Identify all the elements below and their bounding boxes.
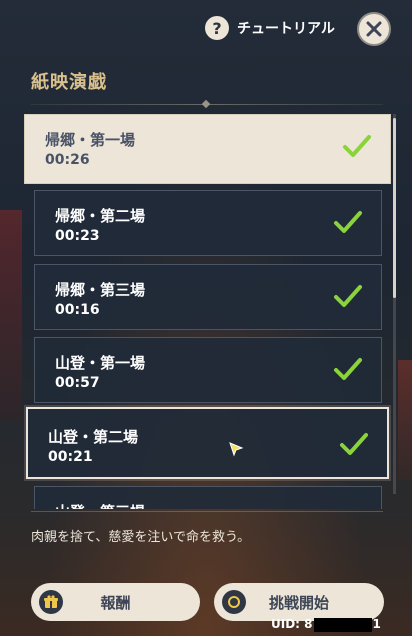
check-icon (340, 433, 368, 455)
list-item[interactable]: 帰郷・第三場 00:16 (34, 264, 382, 330)
stage-description: 肉親を捨て、慈愛を注いで命を救う。 (31, 530, 251, 545)
list-item[interactable]: 帰郷・第一場 00:26 (24, 114, 391, 184)
uid-redaction (313, 617, 372, 632)
tutorial-button[interactable]: ? チュートリアル (205, 16, 335, 40)
stage-name: 山登・第三場 (55, 501, 145, 509)
stage-time: 00:26 (45, 152, 90, 168)
question-icon: ? (205, 16, 229, 40)
stage-time: 00:23 (55, 228, 100, 244)
reward-button[interactable]: 報酬 (31, 583, 200, 621)
list-item[interactable]: 山登・第二場 00:21 (26, 407, 389, 479)
uid-suffix: 1 (372, 617, 381, 631)
cursor-icon (229, 442, 244, 457)
background-decoration-left (0, 210, 22, 420)
stage-time: 00:21 (48, 449, 93, 465)
scrollbar-thumb[interactable] (393, 118, 396, 298)
scrollbar[interactable] (393, 114, 396, 494)
page-title: 紙映演戯 (31, 72, 107, 93)
stage-name: 帰郷・第三場 (55, 281, 146, 299)
stage-time: 00:16 (55, 302, 100, 318)
close-icon (366, 21, 382, 37)
start-challenge-button[interactable]: 挑戦開始 (214, 583, 384, 621)
circle-icon (222, 590, 246, 614)
uid-display: UID: 8 1 (271, 617, 381, 632)
check-icon (334, 285, 362, 307)
list-item[interactable]: 帰郷・第二場 00:23 (34, 190, 382, 256)
stage-time: 00:57 (55, 375, 100, 391)
stage-name: 帰郷・第二場 (55, 207, 146, 225)
tutorial-label: チュートリアル (237, 21, 335, 37)
stage-name: 山登・第二場 (48, 428, 139, 446)
uid-prefix: UID: 8 (271, 617, 313, 631)
close-button[interactable] (357, 12, 391, 46)
stage-list[interactable]: 帰郷・第一場 00:26 帰郷・第二場 00:23 帰郷・第三場 00:16 山… (24, 114, 396, 509)
description-divider (31, 511, 383, 512)
stage-name: 山登・第一場 (55, 354, 146, 372)
background-decoration-right (398, 360, 412, 480)
check-icon (334, 211, 362, 233)
list-item[interactable]: 山登・第三場 (34, 486, 382, 509)
stage-name: 帰郷・第一場 (45, 131, 136, 149)
check-icon (334, 358, 362, 380)
gift-icon (39, 590, 63, 614)
check-icon (343, 135, 371, 157)
list-item[interactable]: 山登・第一場 00:57 (34, 337, 382, 403)
